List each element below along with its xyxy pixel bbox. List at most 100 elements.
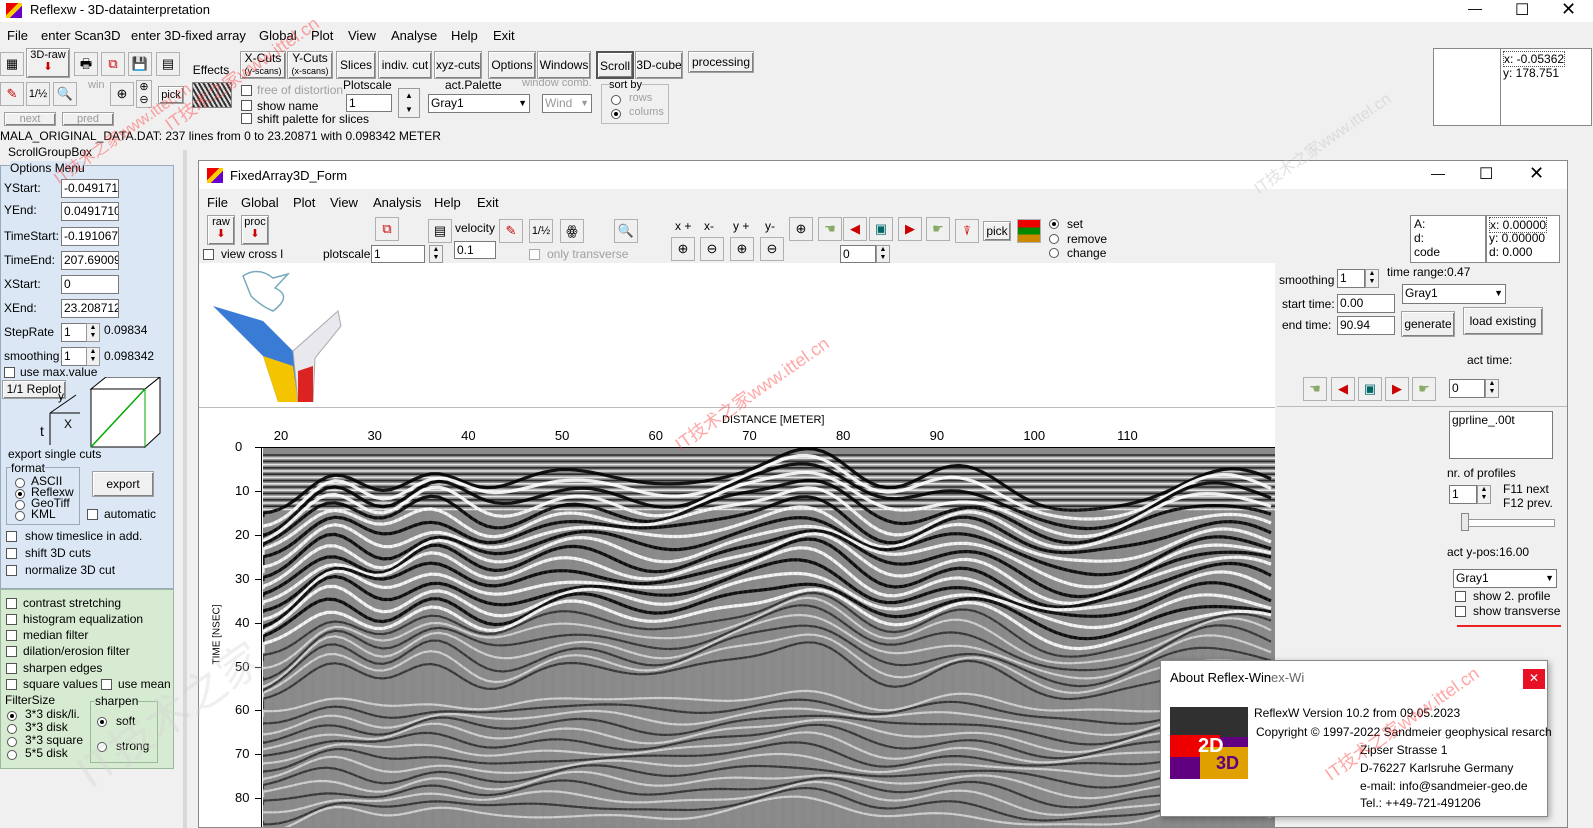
smoothing-input[interactable]: 1	[61, 347, 87, 366]
r-palette2-select[interactable]: Gray1 ▼	[1453, 569, 1557, 588]
act-time-spinner[interactable]: ▲ ▼	[1485, 379, 1499, 398]
calculator-icon[interactable]: ▤	[156, 52, 180, 76]
r-smoothing-input[interactable]: 1	[1337, 269, 1365, 288]
plotscale-input[interactable]: 1	[346, 94, 392, 112]
scale-icon[interactable]: 1/½	[26, 82, 50, 106]
scroll-button[interactable]: Scroll	[596, 51, 634, 79]
show2-checkbox[interactable]	[1455, 591, 1466, 602]
r-stop-icon[interactable]: ▣	[1358, 377, 1382, 401]
pick-button[interactable]: pick	[158, 86, 184, 104]
xyz-cuts-button[interactable]: xyz-cuts	[434, 51, 482, 79]
effects-button[interactable]: Effects	[190, 62, 232, 80]
r-smoothing-spinner[interactable]: ▲ ▼	[1365, 269, 1379, 288]
ycuts-button[interactable]: Y-Cuts (x-scans)	[287, 51, 333, 79]
use-mean-checkbox[interactable]	[101, 679, 112, 690]
steprate-spinner[interactable]: ▲ ▼	[86, 323, 100, 342]
xcuts-button[interactable]: X-Cuts (y-scans)	[240, 51, 286, 79]
menu-plot[interactable]: Plot	[311, 28, 333, 43]
grid-icon[interactable]: ▦	[0, 52, 24, 76]
next-button[interactable]: next	[4, 112, 56, 126]
median-checkbox[interactable]	[6, 630, 17, 641]
xstart-input[interactable]: 0	[61, 275, 119, 294]
format-reflexw-radio[interactable]	[15, 489, 25, 499]
automatic-checkbox[interactable]	[87, 509, 98, 520]
menu-enter-3d-fixed-array[interactable]: enter 3D-fixed array	[131, 28, 246, 43]
shift-3d-checkbox[interactable]	[6, 548, 17, 559]
timeend-input[interactable]: 207.69009	[61, 251, 119, 270]
steprate-input[interactable]: 1	[61, 323, 87, 342]
close-icon[interactable]: ✕	[1561, 0, 1576, 20]
zoom-toggle-icon[interactable]: ⊕ ⊖	[136, 80, 152, 108]
profile-slider[interactable]	[1463, 519, 1555, 527]
menu-view[interactable]: View	[348, 28, 376, 43]
maximize-icon[interactable]: ☐	[1515, 0, 1529, 20]
contrast-checkbox[interactable]	[6, 598, 17, 609]
profile-file-box[interactable]: gprline_.00t	[1449, 411, 1553, 459]
format-ascii-radio[interactable]	[15, 478, 25, 488]
export-button[interactable]: export	[92, 471, 154, 497]
format-kml-radio[interactable]	[15, 511, 25, 521]
save-icon[interactable]: 💾	[128, 52, 152, 76]
show-name-checkbox[interactable]	[241, 100, 252, 111]
indiv-cut-button[interactable]: indiv. cut	[378, 51, 432, 79]
zoom-in-icon[interactable]: ⊕	[110, 82, 134, 106]
about-close-button[interactable]: ✕	[1523, 669, 1545, 689]
timestart-input[interactable]: -0.191067	[61, 227, 119, 246]
shift-palette-checkbox[interactable]	[241, 113, 252, 124]
menu-file[interactable]: File	[7, 28, 28, 43]
window-comb-select[interactable]: Wind ▼	[542, 94, 592, 113]
raw3d-button[interactable]: 3D-raw ⬇	[26, 48, 70, 78]
inner-close-icon[interactable]: ✕	[1529, 163, 1544, 184]
soft-radio[interactable]	[97, 717, 107, 727]
show-transverse-checkbox[interactable]	[1455, 606, 1466, 617]
magnify-icon[interactable]: 🔍	[53, 82, 77, 106]
menu-analyse[interactable]: Analyse	[391, 28, 437, 43]
format-geotiff-radio[interactable]	[15, 500, 25, 510]
fs2-radio[interactable]	[7, 724, 17, 734]
minimize-icon[interactable]: —	[1468, 0, 1482, 16]
yend-input[interactable]: 0.0491710	[61, 202, 119, 221]
pred-button[interactable]: pred	[62, 112, 114, 126]
generate-button[interactable]: generate	[1401, 311, 1455, 337]
sharpen-edges-checkbox[interactable]	[6, 663, 17, 674]
options-button[interactable]: Options	[488, 51, 536, 79]
r-hand-right-icon[interactable]: ☛	[1412, 377, 1436, 401]
end-time-input[interactable]: 90.94	[1337, 316, 1395, 335]
sort-rows-radio[interactable]	[611, 95, 621, 105]
menu-global[interactable]: Global	[259, 28, 297, 43]
inner-minimize-icon[interactable]: —	[1431, 165, 1445, 181]
windows-button[interactable]: Windows	[537, 51, 591, 79]
dilation-checkbox[interactable]	[6, 646, 17, 657]
nr-profiles-spinner[interactable]: ▲ ▼	[1477, 485, 1491, 504]
nr-profiles-input[interactable]: 1	[1449, 485, 1477, 504]
smoothing-spinner[interactable]: ▲ ▼	[86, 347, 100, 366]
normalize-3d-checkbox[interactable]	[6, 565, 17, 576]
fs3-radio[interactable]	[7, 737, 17, 747]
fs4-radio[interactable]	[7, 750, 17, 760]
strong-radio[interactable]	[97, 742, 107, 752]
histogram-checkbox[interactable]	[6, 614, 17, 625]
slices-button[interactable]: Slices	[336, 51, 376, 79]
xend-input[interactable]: 23.208712	[61, 299, 119, 318]
fs1-radio[interactable]	[7, 711, 17, 721]
menu-enter-scan3d[interactable]: enter Scan3D	[41, 28, 121, 43]
cube3d-button[interactable]: 3D-cube	[635, 51, 683, 79]
profile-slider-thumb[interactable]	[1461, 513, 1469, 531]
plotscale-spinner[interactable]: ▲ ▼	[398, 88, 420, 118]
sort-columns-radio[interactable]	[611, 109, 621, 119]
copy-icon[interactable]: ⧉	[101, 52, 125, 76]
act-time-input[interactable]: 0	[1449, 379, 1485, 398]
inner-maximize-icon[interactable]: ☐	[1479, 164, 1493, 184]
free-distortion-checkbox[interactable]	[241, 85, 252, 96]
load-existing-button[interactable]: load existing	[1463, 307, 1543, 335]
processing-button[interactable]: processing	[688, 51, 754, 73]
use-max-checkbox[interactable]	[4, 367, 15, 378]
square-values-checkbox[interactable]	[6, 679, 17, 690]
r-arrow-left-icon[interactable]: ◀	[1331, 377, 1355, 401]
menu-help[interactable]: Help	[451, 28, 478, 43]
pencil-icon[interactable]: ✎	[0, 82, 24, 106]
r-hand-left-icon[interactable]: ☚	[1303, 377, 1327, 401]
menu-exit[interactable]: Exit	[493, 28, 515, 43]
effects-image[interactable]	[192, 82, 232, 108]
show-timeslice-checkbox[interactable]	[6, 531, 17, 542]
